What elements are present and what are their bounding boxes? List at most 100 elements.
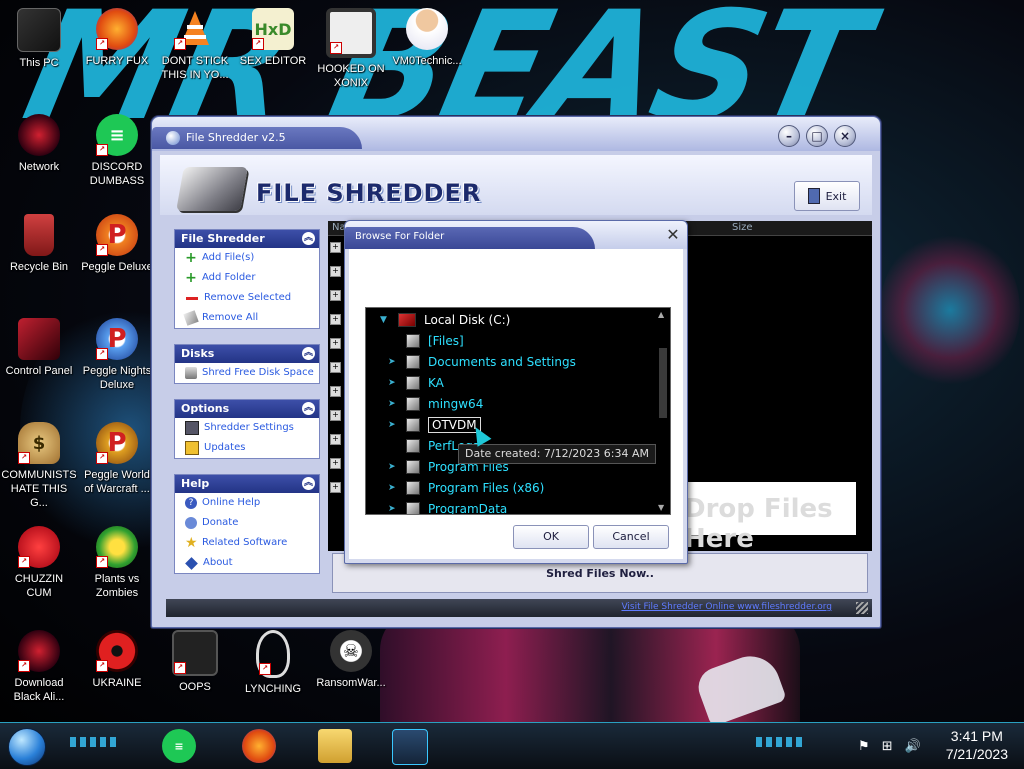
folder-icon (406, 397, 420, 411)
expand-icon[interactable]: + (330, 410, 341, 421)
tree-item-documents[interactable]: ➤ Documents and Settings (388, 352, 576, 372)
collapse-arrow-icon[interactable]: ▼ (380, 316, 388, 325)
drop-zone[interactable]: Drop Files Here (684, 482, 856, 554)
desktop-icon-label: Plants vs Zombies (94, 573, 140, 599)
panel-header[interactable]: File Shredder ︽ (175, 230, 319, 248)
expand-icon[interactable]: + (330, 434, 341, 445)
shred-free-space-link[interactable]: Shred Free Disk Space (175, 363, 319, 383)
add-folder-link[interactable]: + Add Folder (175, 268, 319, 288)
taskbar-folder-icon[interactable] (318, 729, 352, 763)
expand-icon[interactable]: + (330, 338, 341, 349)
resize-grip[interactable] (856, 602, 868, 614)
exit-button[interactable]: Exit (794, 181, 860, 211)
desktop-icon-peggle-nights[interactable]: P ↗ Peggle Nights Deluxe (79, 318, 155, 392)
expand-icon[interactable]: + (330, 482, 341, 493)
panel-disks: Disks ︽ Shred Free Disk Space (174, 344, 320, 384)
desktop-icon-lynching[interactable]: ↗ LYNCHING (235, 630, 311, 696)
tree-scrollbar[interactable]: ▲ ▼ (656, 308, 670, 514)
network-tray-icon[interactable]: ⊞ (882, 739, 893, 754)
desktop-icon-label: DONT STICK THIS IN YO... (161, 55, 229, 81)
taskbar-shredder-icon[interactable] (392, 729, 428, 765)
desktop-icon-download-black[interactable]: ↗ Download Black Ali... (1, 630, 77, 704)
tree-item-mingw64[interactable]: ➤ mingw64 (388, 394, 483, 414)
desktop-icon-chuzzin[interactable]: ↗ CHUZZIN CUM (1, 526, 77, 600)
minus-icon (186, 296, 198, 300)
ok-button[interactable]: OK (513, 525, 589, 549)
online-help-link[interactable]: ? Online Help (175, 493, 319, 513)
desktop-icon-ransomware[interactable]: ☠ RansomWar... (313, 630, 389, 690)
add-files-link[interactable]: + Add File(s) (175, 248, 319, 268)
desktop-icon-furry-fux[interactable]: ↗ FURRY FUX (79, 8, 155, 68)
website-link[interactable]: Visit File Shredder Online www.fileshred… (621, 602, 832, 612)
expand-icon[interactable]: + (330, 242, 341, 253)
desktop-icon-oops[interactable]: ↗ OOPS (157, 630, 233, 694)
panel-header[interactable]: Options ︽ (175, 400, 319, 418)
desktop-icon-xonix[interactable]: ↗ HOOKED ON XONIX (313, 8, 389, 90)
expand-arrow-icon[interactable]: ➤ (388, 421, 396, 430)
scroll-down-icon[interactable]: ▼ (658, 503, 664, 512)
expand-arrow-icon[interactable]: ➤ (388, 484, 396, 493)
desktop-icon-discord[interactable]: ≡ ↗ DISCORD DUMBASS (79, 114, 155, 188)
expand-icon[interactable]: + (330, 362, 341, 373)
expand-icon[interactable]: + (330, 458, 341, 469)
desktop-icon-peggle-deluxe[interactable]: P ↗ Peggle Deluxe (79, 214, 155, 274)
desktop-icon-network[interactable]: Network (1, 114, 77, 174)
donate-link[interactable]: Donate (175, 513, 319, 533)
minimize-button[interactable]: – (778, 125, 800, 147)
expand-icon[interactable]: + (330, 266, 341, 277)
expand-arrow-icon[interactable]: ➤ (388, 505, 396, 514)
expand-arrow-icon[interactable]: ➤ (388, 463, 396, 472)
desktop-icon-communists[interactable]: $ ↗ COMMUNISTS HATE THIS G... (1, 422, 77, 510)
taskbar-chat-icon[interactable]: ≡ (162, 729, 196, 763)
start-button[interactable] (8, 728, 46, 766)
dialog-close-icon[interactable]: ✕ (665, 227, 681, 243)
desktop-icon-peggle-wow[interactable]: P ↗ Peggle World of Warcraft ... (79, 422, 155, 496)
panel-header[interactable]: Help ︽ (175, 475, 319, 493)
desktop-icon-pvz[interactable]: ↗ Plants vs Zombies (79, 526, 155, 600)
updates-link[interactable]: Updates (175, 438, 319, 458)
about-link[interactable]: About (175, 553, 319, 573)
maximize-button[interactable]: □ (806, 125, 828, 147)
tree-item-otvdm[interactable]: ➤ OTVDM (388, 415, 481, 435)
window-titlebar[interactable]: File Shredder v2.5 – □ × (152, 117, 880, 151)
expand-icon[interactable]: + (330, 386, 341, 397)
desktop-icon-sex-editor[interactable]: HxD ↗ SEX EDITOR (235, 8, 311, 68)
desktop-icon-control-panel[interactable]: Control Panel (1, 318, 77, 378)
desktop-icon-vm0technic[interactable]: VM0Technic... (389, 8, 465, 68)
cancel-button[interactable]: Cancel (593, 525, 669, 549)
expand-arrow-icon[interactable]: ➤ (388, 400, 396, 409)
collapse-icon[interactable]: ︽ (302, 347, 315, 360)
desktop-icon-this-pc[interactable]: This PC (1, 8, 77, 70)
related-software-link[interactable]: ★ Related Software (175, 533, 319, 553)
column-size[interactable]: Size (732, 221, 753, 235)
tree-item-programdata[interactable]: ➤ ProgramData (388, 499, 507, 514)
expand-arrow-icon[interactable]: ➤ (388, 358, 396, 367)
expand-arrow-icon[interactable]: ➤ (388, 379, 396, 388)
desktop-icon-dont-stick[interactable]: ↗ DONT STICK THIS IN YO... (157, 8, 233, 82)
volume-icon[interactable]: 🔊 (905, 739, 921, 754)
folder-tree[interactable]: ▼ Local Disk (C:) [Files] ➤ Documents an… (365, 307, 671, 515)
desktop-icon-ukraine[interactable]: ↗ UKRAINE (79, 630, 155, 690)
tree-item-ka[interactable]: ➤ KA (388, 373, 444, 393)
desktop-icon-recycle-bin[interactable]: Recycle Bin (1, 214, 77, 274)
shredder-settings-link[interactable]: Shredder Settings (175, 418, 319, 438)
expand-icon[interactable]: + (330, 290, 341, 301)
scroll-up-icon[interactable]: ▲ (658, 310, 664, 319)
close-button[interactable]: × (834, 125, 856, 147)
remove-selected-link[interactable]: Remove Selected (175, 288, 319, 308)
link-label: Related Software (202, 537, 288, 548)
collapse-icon[interactable]: ︽ (302, 402, 315, 415)
tree-item-local-disk[interactable]: ▼ Local Disk (C:) (380, 310, 510, 330)
taskbar-firefox-icon[interactable] (242, 729, 276, 763)
dialog-titlebar[interactable]: Browse For Folder ✕ (345, 221, 687, 249)
tree-item-files[interactable]: [Files] (388, 331, 464, 351)
flag-icon[interactable]: ⚑ (858, 739, 870, 754)
collapse-icon[interactable]: ︽ (302, 232, 315, 245)
taskbar-clock[interactable]: 3:41 PM 7/21/2023 (946, 727, 1008, 763)
scrollbar-thumb[interactable] (659, 348, 667, 418)
remove-all-link[interactable]: Remove All (175, 308, 319, 328)
collapse-icon[interactable]: ︽ (302, 477, 315, 490)
expand-icon[interactable]: + (330, 314, 341, 325)
panel-header[interactable]: Disks ︽ (175, 345, 319, 363)
tree-item-program-files-x86[interactable]: ➤ Program Files (x86) (388, 478, 544, 498)
